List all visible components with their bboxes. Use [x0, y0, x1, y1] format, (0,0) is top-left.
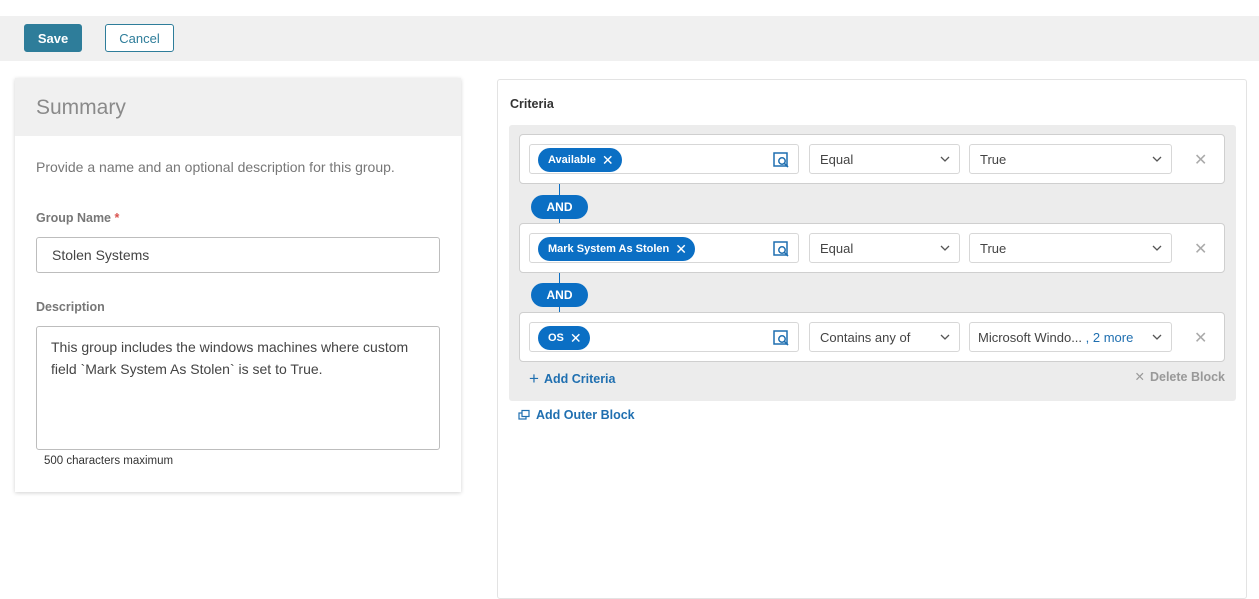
- chevron-down-icon: [940, 334, 950, 340]
- copy-block-icon: [518, 409, 530, 420]
- add-outer-block-label: Add Outer Block: [536, 408, 635, 422]
- value-text: True: [980, 241, 1007, 256]
- field-chip-label: Available: [548, 154, 596, 166]
- chevron-down-icon: [940, 156, 950, 162]
- save-button[interactable]: Save: [24, 24, 82, 52]
- delete-block-label: Delete Block: [1149, 369, 1225, 384]
- value-text: True: [980, 152, 1007, 167]
- required-mark: *: [114, 211, 120, 225]
- value-text: Microsoft Windo...: [978, 330, 1083, 345]
- add-outer-block-button[interactable]: Add Outer Block: [518, 408, 635, 422]
- add-criteria-button[interactable]: + Add Criteria: [529, 369, 615, 389]
- connector-line: [559, 273, 560, 283]
- value-select[interactable]: True: [969, 144, 1172, 174]
- close-icon[interactable]: ✕: [1194, 239, 1207, 259]
- x-icon[interactable]: ✕: [675, 242, 687, 256]
- toolbar: Save Cancel: [0, 16, 1259, 61]
- operator-value: Equal: [820, 152, 854, 167]
- field-chip-label: OS: [548, 332, 564, 344]
- criteria-block: Available ✕ Equal True ✕ AND Mark System …: [509, 125, 1236, 401]
- group-name-label-text: Group Name: [36, 211, 112, 225]
- more-values-link[interactable]: , 2 more: [1086, 330, 1134, 345]
- criteria-panel: Criteria Available ✕ Equal True ✕ AND Mar…: [497, 79, 1247, 599]
- value-select[interactable]: Microsoft Windo... , 2 more: [969, 322, 1172, 352]
- summary-title: Summary: [15, 78, 461, 136]
- summary-description: Provide a name and an optional descripti…: [36, 159, 395, 175]
- close-icon: ✕: [1134, 370, 1145, 384]
- and-joiner[interactable]: AND: [531, 195, 588, 219]
- field-chip: OS ✕: [538, 326, 590, 350]
- chevron-down-icon: [1152, 334, 1162, 340]
- criteria-row: OS ✕ Contains any of Microsoft Windo... ,…: [519, 312, 1225, 362]
- char-limit-hint: 500 characters maximum: [44, 455, 174, 467]
- criteria-row: Mark System As Stolen ✕ Equal True ✕: [519, 223, 1225, 273]
- delete-block-button[interactable]: ✕ Delete Block: [1134, 369, 1225, 385]
- group-name-label: Group Name *: [36, 211, 119, 225]
- field-chip-label: Mark System As Stolen: [548, 243, 670, 255]
- group-name-input[interactable]: Stolen Systems: [36, 237, 440, 273]
- description-textarea[interactable]: This group includes the windows machines…: [36, 326, 440, 450]
- summary-panel: Summary Provide a name and an optional d…: [15, 78, 461, 492]
- operator-select[interactable]: Equal: [809, 233, 960, 263]
- operator-value: Contains any of: [820, 330, 911, 345]
- plus-icon: +: [529, 369, 539, 388]
- search-list-icon[interactable]: [772, 151, 790, 169]
- and-joiner[interactable]: AND: [531, 283, 588, 307]
- search-list-icon[interactable]: [772, 240, 790, 258]
- add-criteria-label: Add Criteria: [543, 372, 616, 386]
- close-icon[interactable]: ✕: [1194, 150, 1207, 170]
- value-select[interactable]: True: [969, 233, 1172, 263]
- field-tag-input[interactable]: OS ✕: [529, 322, 799, 352]
- operator-select[interactable]: Equal: [809, 144, 960, 174]
- chevron-down-icon: [1152, 156, 1162, 162]
- chevron-down-icon: [940, 245, 950, 251]
- operator-select[interactable]: Contains any of: [809, 322, 960, 352]
- criteria-title: Criteria: [510, 97, 554, 111]
- operator-value: Equal: [820, 241, 854, 256]
- field-tag-input[interactable]: Mark System As Stolen ✕: [529, 233, 799, 263]
- field-chip: Available ✕: [538, 148, 622, 172]
- close-icon[interactable]: ✕: [1194, 328, 1207, 348]
- chevron-down-icon: [1152, 245, 1162, 251]
- field-tag-input[interactable]: Available ✕: [529, 144, 799, 174]
- cancel-button[interactable]: Cancel: [105, 24, 174, 52]
- x-icon[interactable]: ✕: [602, 153, 614, 167]
- search-list-icon[interactable]: [772, 329, 790, 347]
- description-label: Description: [36, 300, 105, 314]
- connector-line: [559, 184, 560, 195]
- x-icon[interactable]: ✕: [570, 331, 582, 345]
- criteria-row: Available ✕ Equal True ✕: [519, 134, 1225, 184]
- field-chip: Mark System As Stolen ✕: [538, 237, 695, 261]
